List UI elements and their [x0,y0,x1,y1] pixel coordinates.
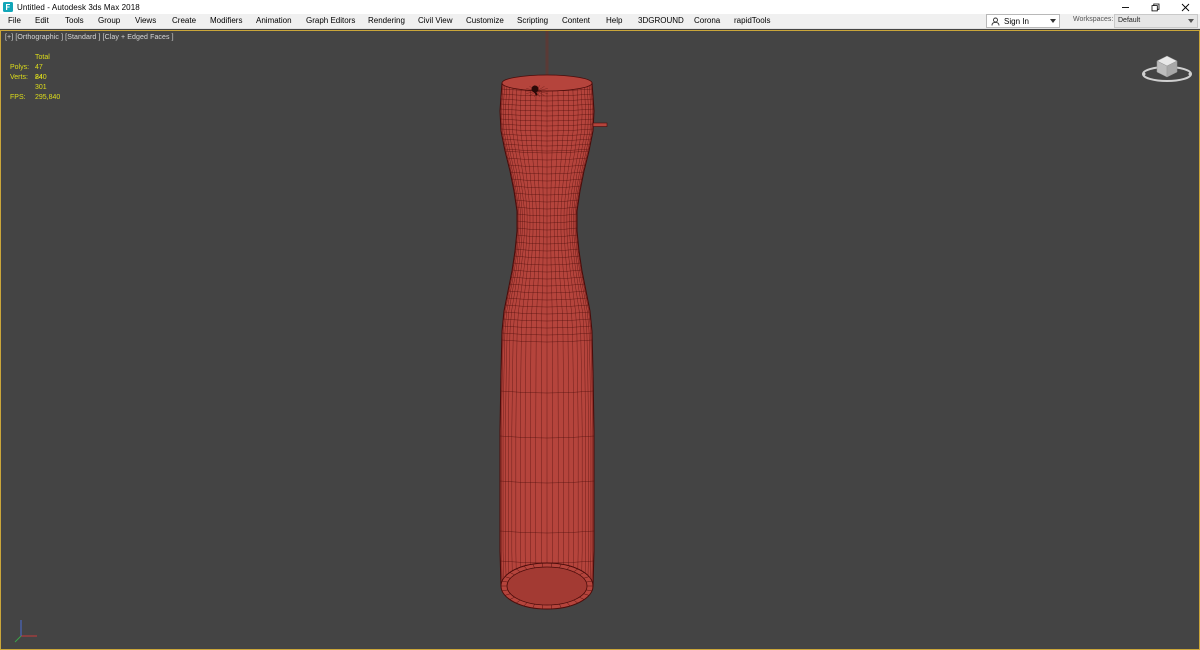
pendant-lamp-model[interactable] [441,31,661,650]
menu-file[interactable]: File [8,15,21,27]
workspaces-value: Default [1118,17,1141,24]
viewport-label[interactable]: [+] [Orthographic ] [Standard ] [Clay + … [5,34,174,41]
side-screw [592,122,608,127]
viewport[interactable]: [+] [Orthographic ] [Standard ] [Clay + … [0,30,1200,650]
menu-corona[interactable]: Corona [694,15,720,27]
stats-total-label: Total [35,54,50,61]
suspension-cable [545,31,549,77]
menu-create[interactable]: Create [172,15,196,27]
user-icon [991,17,1000,26]
workspaces-dropdown[interactable]: Default [1114,14,1198,28]
restore-icon[interactable] [1140,0,1170,14]
menu-3dground[interactable]: 3DGROUND [638,15,684,27]
chevron-down-icon [1188,19,1194,23]
title-bar: Untitled - Autodesk 3ds Max 2018 [0,0,1200,14]
menu-rendering[interactable]: Rendering [368,15,405,27]
menu-modifiers[interactable]: Modifiers [210,15,242,27]
menu-scripting[interactable]: Scripting [517,15,548,27]
workspaces-label: Workspaces: [1073,16,1114,23]
sign-in-label: Sign In [1004,16,1029,26]
menu-graph-editors[interactable]: Graph Editors [306,15,355,27]
viewcube-icon[interactable] [1139,47,1195,87]
window-controls [1110,0,1200,14]
close-icon[interactable] [1170,0,1200,14]
menu-rapidtools[interactable]: rapidTools [734,15,770,27]
stats-fps-value: 295,840 [35,94,61,101]
axis-tripod-icon [14,620,37,643]
menu-help[interactable]: Help [606,15,622,27]
window-title: Untitled - Autodesk 3ds Max 2018 [17,2,140,12]
stats-verts-label: Verts: [10,74,28,81]
chevron-down-icon [1050,19,1056,23]
menu-content[interactable]: Content [562,15,590,27]
lamp-bottom-opening [506,566,588,606]
stats-verts-value: 24 301 [35,74,47,91]
3dsmax-icon [3,2,13,12]
menu-tools[interactable]: Tools [65,15,84,27]
menu-group[interactable]: Group [98,15,120,27]
stats-polys-label: Polys: [10,64,30,71]
menu-civil-view[interactable]: Civil View [418,15,453,27]
stats-fps-label: FPS: [10,94,26,101]
menu-views[interactable]: Views [135,15,156,27]
minimize-icon[interactable] [1110,0,1140,14]
menu-customize[interactable]: Customize [466,15,504,27]
menu-edit[interactable]: Edit [35,15,49,27]
sign-in-button[interactable]: Sign In [986,14,1060,28]
menu-animation[interactable]: Animation [256,15,292,27]
